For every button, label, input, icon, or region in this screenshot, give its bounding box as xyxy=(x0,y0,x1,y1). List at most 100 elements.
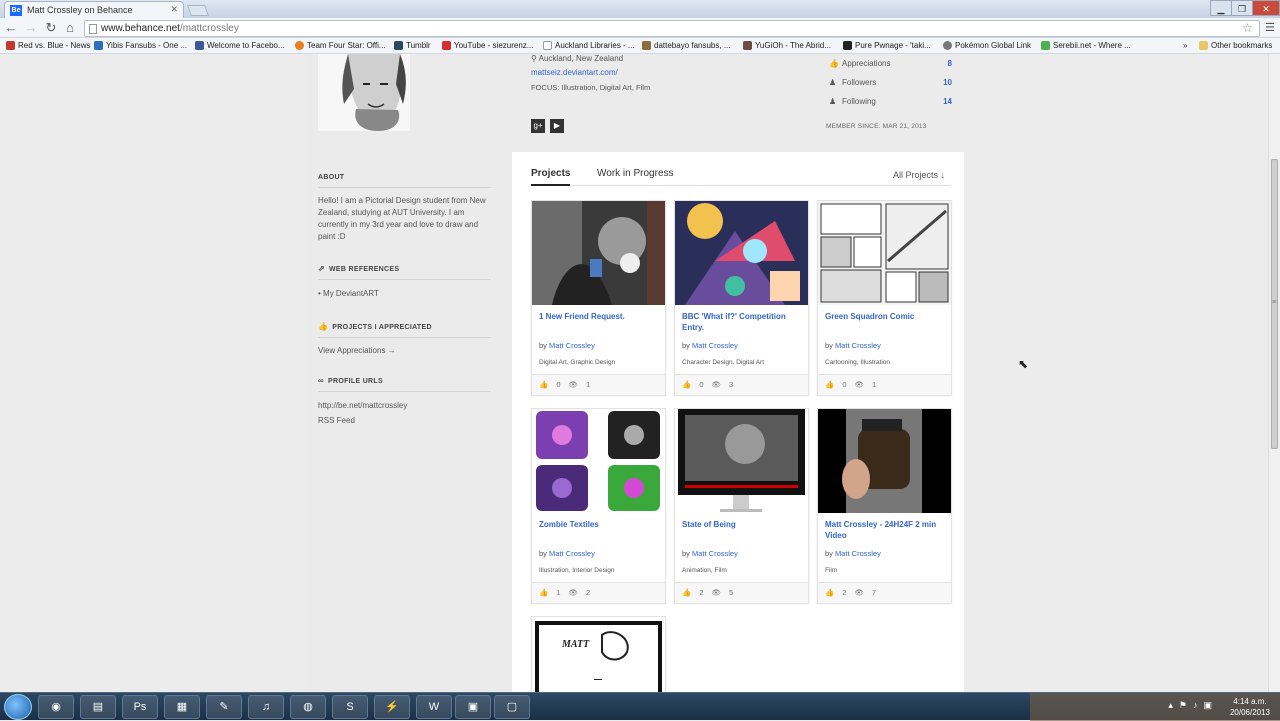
bookmark-favicon-icon xyxy=(6,41,15,50)
app-taskbar-icon[interactable]: ▣ xyxy=(455,695,491,719)
project-thumbnail[interactable] xyxy=(818,409,951,513)
all-projects-filter[interactable]: All Projects ↓ xyxy=(893,170,945,180)
bookmarks-overflow-icon[interactable]: » xyxy=(1183,41,1187,50)
browser-tab[interactable]: Be Matt Crossley on Behance ✕ xyxy=(4,1,184,18)
bookmark-item[interactable]: YuGiOh - The Abrid... xyxy=(743,41,831,50)
view-appreciations-link[interactable]: View Appreciations → xyxy=(318,345,496,357)
projects-appreciated-heading: 👍 PROJECTS I APPRECIATED xyxy=(318,322,491,338)
member-since: MEMBER SINCE: MAR 21, 2013 xyxy=(826,123,927,130)
address-bar[interactable]: www.behance.net/mattcrossley ☆ xyxy=(84,20,1260,37)
page-scrollbar[interactable]: ≡ xyxy=(1268,54,1280,692)
other-bookmarks[interactable]: Other bookmarks xyxy=(1199,41,1272,50)
project-card[interactable]: BBC 'What if?' Competition Entry. by Mat… xyxy=(674,200,809,395)
web-reference-item[interactable]: • My DeviantART xyxy=(318,288,496,300)
avatar xyxy=(318,54,410,131)
project-card[interactable]: Green Squadron Comic by Matt Crossley Ca… xyxy=(817,200,952,395)
reload-icon[interactable]: ↻ xyxy=(43,20,59,36)
word-taskbar-icon[interactable]: W xyxy=(416,695,452,719)
bookmark-item[interactable]: Pure Pwnage - 'taki... xyxy=(843,41,931,50)
project-thumbnail[interactable] xyxy=(532,201,665,305)
project-thumbnail[interactable] xyxy=(532,409,665,513)
app-taskbar-icon[interactable]: ✎ xyxy=(206,695,242,719)
tab-title: Matt Crossley on Behance xyxy=(27,5,133,15)
about-text: Hello! I am a Pictorial Design student f… xyxy=(318,196,486,241)
app-taskbar-icon[interactable]: ▦ xyxy=(164,695,200,719)
bookmark-favicon-icon xyxy=(843,41,852,50)
google-plus-icon[interactable]: g+ xyxy=(531,119,545,133)
thumbs-up-icon: 👍 xyxy=(318,322,329,331)
forward-arrow-icon[interactable]: → xyxy=(23,20,39,35)
stat-followers[interactable]: ♟ Followers 10 xyxy=(826,78,952,97)
skype-taskbar-icon[interactable]: S xyxy=(332,695,368,719)
project-title[interactable]: 1 New Friend Request. xyxy=(539,311,661,322)
thumbs-up-icon: 👍 xyxy=(539,380,549,389)
bookmark-favicon-icon xyxy=(943,41,952,50)
youtube-icon[interactable]: ▶ xyxy=(550,119,564,133)
clock[interactable]: 4:14 a.m. 20/06/2013 xyxy=(1230,696,1270,718)
project-title[interactable]: State of Being xyxy=(682,519,804,530)
new-tab-button[interactable] xyxy=(186,5,210,16)
minimize-button[interactable]: ▁ xyxy=(1210,0,1232,16)
stat-appreciations[interactable]: 👍 Appreciations 8 xyxy=(826,59,952,78)
tab-work-in-progress[interactable]: Work in Progress xyxy=(597,168,674,179)
tray-icons[interactable]: ▴⚑♪▣ xyxy=(1168,700,1218,711)
project-card[interactable]: 1 New Friend Request. by Matt Crossley D… xyxy=(531,200,666,395)
project-card[interactable]: Matt Crossley - 24H24F 2 min Video by Ma… xyxy=(817,408,952,603)
restore-button[interactable]: ❐ xyxy=(1231,0,1253,16)
project-card[interactable]: MATT xyxy=(531,616,666,692)
project-thumbnail[interactable] xyxy=(675,201,808,305)
app-taskbar-icon[interactable]: ⚡ xyxy=(374,695,410,719)
bookmark-star-icon[interactable]: ☆ xyxy=(1242,21,1253,35)
project-stats: 👍 2 👁 5 xyxy=(675,582,808,603)
eye-icon: 👁 xyxy=(711,588,722,597)
project-card[interactable]: State of Being by Matt Crossley Animatio… xyxy=(674,408,809,603)
project-fields: Animation, Film xyxy=(682,567,727,574)
stat-following[interactable]: ♟ Following 14 xyxy=(826,97,952,116)
bookmark-item[interactable]: Team Four Star: Offi... xyxy=(295,41,386,50)
bookmark-item[interactable]: YouTube - siezurenz... xyxy=(442,41,533,50)
project-title[interactable]: Matt Crossley - 24H24F 2 min Video xyxy=(825,519,947,541)
project-stats: 👍 0 👁 3 xyxy=(675,374,808,395)
tab-close-icon[interactable]: ✕ xyxy=(170,4,178,15)
bookmark-item[interactable]: Yibis Fansubs - One ... xyxy=(94,41,187,50)
project-title[interactable]: Zombie Textiles xyxy=(539,519,661,530)
eye-icon: 👁 xyxy=(711,380,722,389)
bookmark-item[interactable]: Serebii.net - Where ... xyxy=(1041,41,1131,50)
project-title[interactable]: Green Squadron Comic xyxy=(825,311,947,322)
bookmark-item[interactable]: Pokémon Global Link xyxy=(943,41,1031,50)
bookmark-item[interactable]: Tumblr xyxy=(394,41,431,50)
person-icon: ♟ xyxy=(829,78,837,87)
home-icon[interactable]: ⌂ xyxy=(62,20,78,35)
back-arrow-icon[interactable]: ← xyxy=(3,20,19,35)
start-button[interactable] xyxy=(4,694,32,720)
chrome-taskbar-icon[interactable]: ◉ xyxy=(38,695,74,719)
explorer-taskbar-icon[interactable]: ▤ xyxy=(80,695,116,719)
menu-icon[interactable]: ☰ xyxy=(1265,21,1275,34)
tab-projects[interactable]: Projects xyxy=(531,168,571,186)
profile-url-link[interactable]: http://be.net/mattcrossley xyxy=(318,400,496,412)
bookmark-favicon-icon xyxy=(743,41,752,50)
thumbs-up-icon: 👍 xyxy=(829,59,839,68)
bookmarks-bar: Red vs. Blue - News Yibis Fansubs - One … xyxy=(0,38,1280,54)
close-window-button[interactable]: ✕ xyxy=(1252,0,1280,16)
rss-feed-link[interactable]: RSS Feed xyxy=(318,415,496,427)
browser-toolbar: ← → ↻ ⌂ www.behance.net/mattcrossley ☆ ☰ xyxy=(0,18,1280,38)
bookmark-item[interactable]: Red vs. Blue - News xyxy=(6,41,90,50)
app-taskbar-icon[interactable]: ▢ xyxy=(494,695,530,719)
spotify-taskbar-icon[interactable]: ♫ xyxy=(248,695,284,719)
website-link[interactable]: mattseiz.deviantart.com/ xyxy=(531,68,618,77)
project-thumbnail[interactable] xyxy=(818,201,951,305)
clock-time: 4:14 a.m. xyxy=(1233,697,1267,706)
project-thumbnail[interactable]: MATT xyxy=(532,617,665,692)
thumbnail-text: MATT xyxy=(561,639,590,650)
app-taskbar-icon[interactable]: ◍ xyxy=(290,695,326,719)
bookmark-favicon-icon xyxy=(642,41,651,50)
project-title[interactable]: BBC 'What if?' Competition Entry. xyxy=(682,311,804,333)
bookmark-item[interactable]: dattebayo fansubs, ... xyxy=(642,41,731,50)
bookmark-item[interactable]: Welcome to Facebo... xyxy=(195,41,285,50)
project-thumbnail[interactable] xyxy=(675,409,808,513)
bookmark-item[interactable]: Auckland Libraries - ... xyxy=(543,41,635,50)
photoshop-taskbar-icon[interactable]: Ps xyxy=(122,695,158,719)
project-card[interactable]: Zombie Textiles by Matt Crossley Illustr… xyxy=(531,408,666,603)
bookmark-favicon-icon xyxy=(1041,41,1050,50)
